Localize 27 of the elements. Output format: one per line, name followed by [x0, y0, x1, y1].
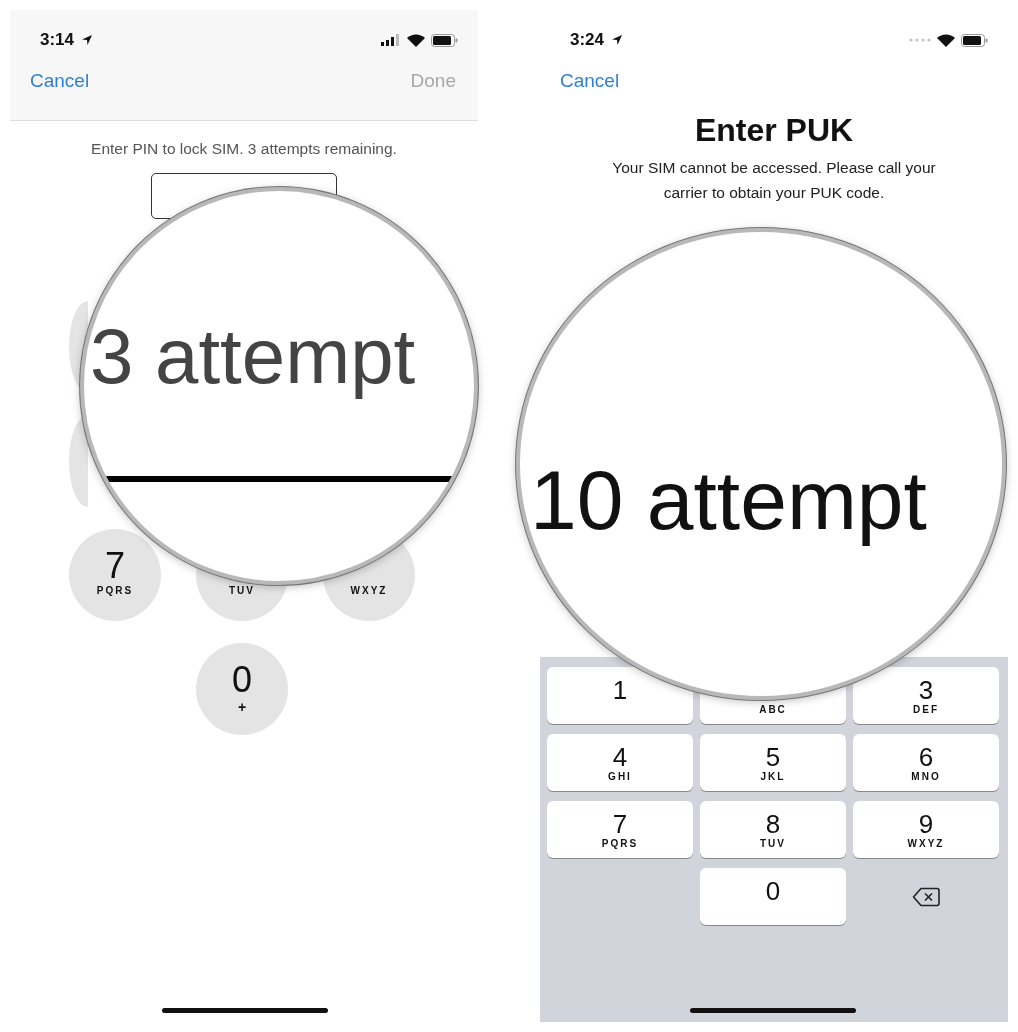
screen-title: Enter PUK: [694, 112, 854, 149]
keyboard-key[interactable]: 9 WXYZ: [853, 801, 999, 858]
cancel-button[interactable]: Cancel: [560, 70, 620, 92]
location-arrow-icon: [81, 34, 94, 46]
keyboard-key[interactable]: 6 MNO: [853, 734, 999, 791]
keyboard-key[interactable]: 3 DEF: [853, 667, 999, 724]
location-arrow-icon: [611, 34, 624, 46]
keyboard-key[interactable]: 1: [547, 667, 693, 724]
keypad-key[interactable]: 7 PQRS: [69, 529, 161, 621]
wifi-icon: [407, 33, 425, 47]
keyboard-key[interactable]: 7 PQRS: [547, 801, 693, 858]
wifi-icon: [937, 33, 955, 47]
keypad-key[interactable]: 0 +: [196, 643, 288, 735]
magnified-text: 10 attempt: [530, 452, 927, 549]
keyboard-key[interactable]: 5 JKL: [700, 734, 846, 791]
magnified-text: 3 attempt: [90, 311, 416, 402]
status-time: 3:14: [40, 30, 75, 50]
cancel-button[interactable]: Cancel: [30, 70, 90, 92]
keyboard-key[interactable]: 8 TUV: [700, 801, 846, 858]
keyboard-key[interactable]: 0: [700, 868, 846, 925]
instruction-text: Enter PIN to lock SIM. 3 attempts remaining.: [90, 139, 398, 159]
instruction-text: Your SIM cannot be accessed. Please call your carrier to obtain your PUK code.: [611, 158, 937, 203]
battery-icon: [431, 33, 458, 47]
status-time: 3:24: [570, 30, 605, 50]
battery-icon: [961, 33, 988, 47]
keyboard-key[interactable]: 4 GHI: [547, 734, 693, 791]
backspace-icon: [912, 886, 940, 907]
